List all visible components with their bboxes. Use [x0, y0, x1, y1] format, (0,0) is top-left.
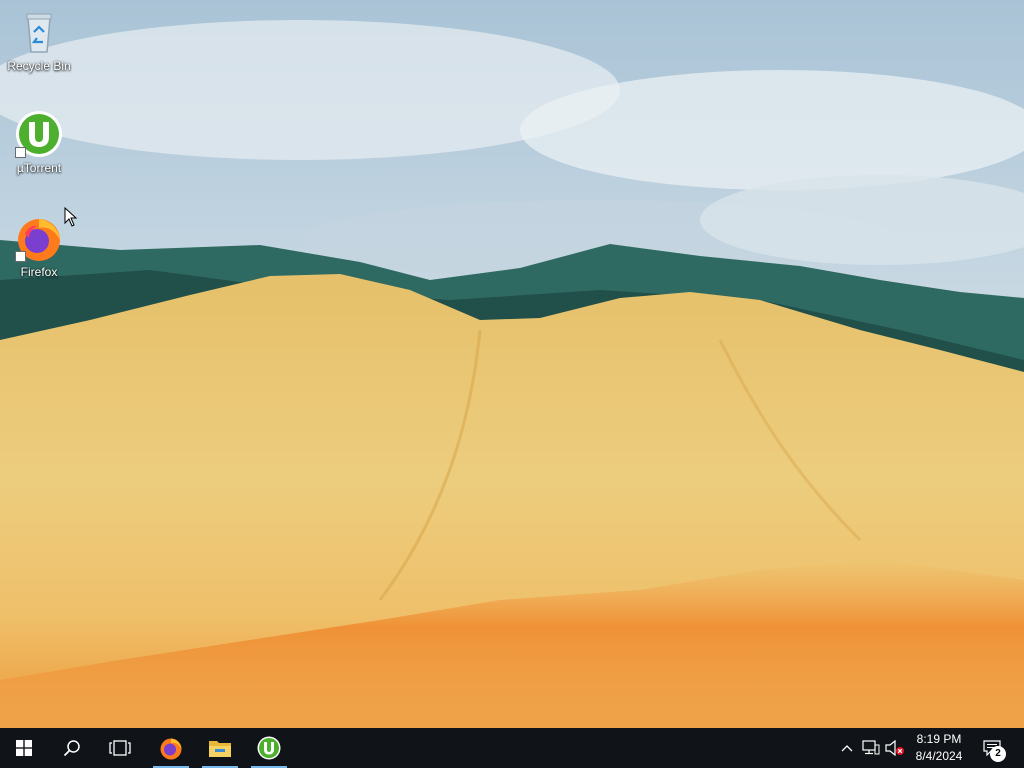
task-view-icon [109, 740, 131, 756]
search-icon [63, 740, 80, 757]
desktop-icon-recycle-bin[interactable]: Recycle Bin [1, 8, 77, 73]
network-icon [862, 740, 880, 755]
mouse-cursor-icon [64, 207, 78, 227]
windows-logo-icon [16, 740, 32, 756]
firefox-icon [15, 214, 63, 262]
clock-date: 8/4/2024 [915, 749, 963, 763]
desktop-icon-label: Firefox [20, 265, 58, 279]
desktop-icon-label: µTorrent [16, 161, 62, 175]
task-view-button[interactable] [96, 728, 144, 768]
taskbar-app-file-explorer[interactable] [200, 728, 240, 768]
firefox-icon [160, 738, 182, 760]
taskbar-app-firefox[interactable] [151, 728, 191, 768]
show-hidden-icons-button[interactable] [837, 738, 857, 758]
search-button[interactable] [48, 728, 96, 768]
chevron-up-icon [841, 745, 853, 752]
taskbar: 8:19 PM 8/4/2024 [0, 728, 1024, 768]
volume-button[interactable] [885, 738, 905, 758]
recycle-bin-icon [15, 8, 63, 56]
desktop-icon-label: Recycle Bin [7, 59, 71, 73]
folder-icon [209, 741, 231, 757]
desktop-icon-utorrent[interactable]: µTorrent [1, 110, 77, 175]
volume-muted-icon [885, 740, 904, 756]
wallpaper [0, 0, 1024, 728]
taskbar-app-utorrent[interactable] [249, 728, 289, 768]
notification-count-badge: 2 [990, 746, 1006, 762]
shortcut-arrow-icon [15, 147, 26, 158]
desktop[interactable]: Recycle Bin µTorrent Firefox [0, 0, 1024, 728]
clock[interactable]: 8:19 PM 8/4/2024 [908, 728, 970, 768]
utorrent-icon [257, 736, 281, 760]
network-button[interactable] [861, 738, 881, 758]
start-button[interactable] [0, 728, 48, 768]
utorrent-icon [15, 110, 63, 158]
clock-time: 8:19 PM [916, 732, 962, 746]
shortcut-arrow-icon [15, 251, 26, 262]
